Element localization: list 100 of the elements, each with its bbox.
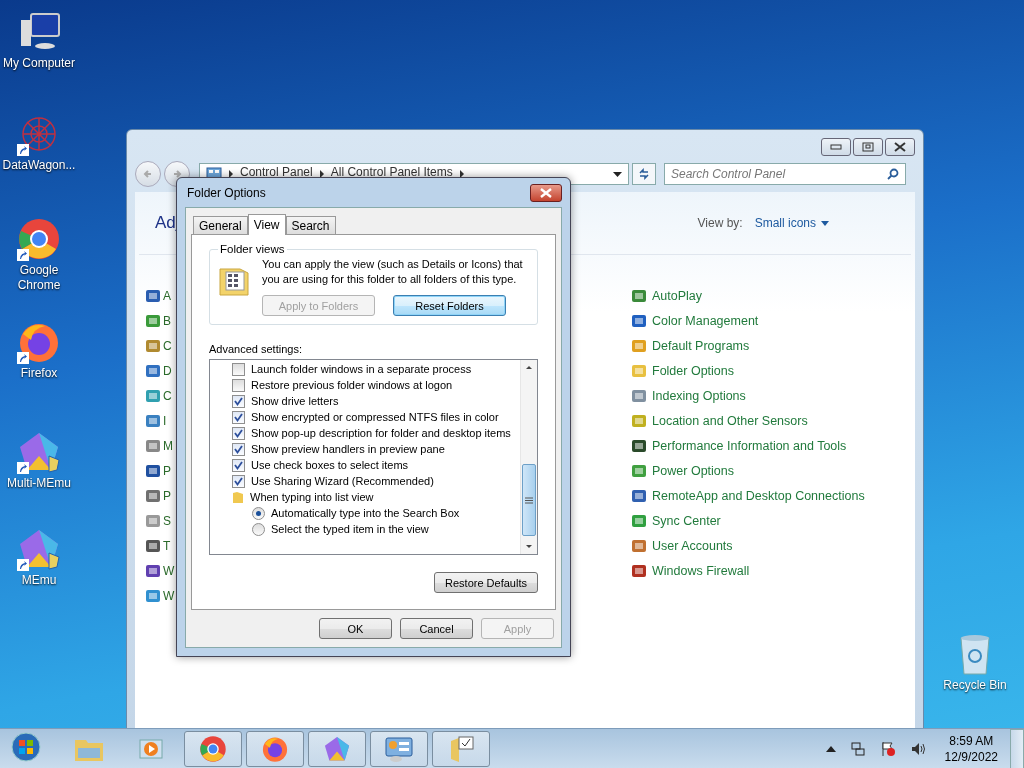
setting-label: Show preview handlers in preview pane	[251, 443, 445, 455]
network-icon[interactable]	[849, 740, 866, 757]
clock-time[interactable]: 8:59 AM	[949, 732, 994, 749]
checkbox[interactable]	[232, 378, 245, 392]
pentagon-icon	[323, 734, 351, 763]
setting-label: Use Sharing Wizard (Recommended)	[251, 475, 434, 487]
view-by-label: View by:	[697, 216, 743, 230]
dialog-title: Folder Options	[187, 185, 267, 200]
applet-link[interactable]: Color Management	[652, 313, 759, 328]
close-button[interactable]	[530, 183, 562, 202]
applet-link[interactable]: User Accounts	[652, 538, 733, 553]
clock-date[interactable]: 12/9/2022	[944, 748, 998, 765]
restore-defaults-button[interactable]: Restore Defaults	[434, 572, 538, 593]
applet-link[interactable]: I	[163, 413, 167, 428]
breadcrumb-item[interactable]: Control Panel	[240, 166, 313, 178]
setting-label: Show pop-up description for folder and desktop items	[251, 427, 511, 439]
applet-icon	[631, 512, 647, 529]
search-icon	[887, 168, 899, 180]
minimize-icon	[830, 144, 842, 150]
applet-link[interactable]: Windows Firewall	[652, 563, 750, 578]
flag-icon[interactable]	[879, 740, 896, 757]
scrollbar[interactable]	[520, 360, 537, 554]
checkbox[interactable]	[232, 410, 245, 424]
tab[interactable]: General	[193, 216, 248, 234]
applet-link[interactable]: W	[163, 588, 175, 603]
view-by-dropdown[interactable]: Small icons	[754, 216, 829, 230]
folder-view-button[interactable]: Reset Folders	[393, 295, 506, 316]
dropdown-icon[interactable]	[613, 171, 622, 177]
applet-link[interactable]: Default Programs	[652, 338, 750, 353]
applet-link[interactable]: B	[163, 313, 171, 328]
desktop-icon-label[interactable]: Google Chrome	[2, 263, 76, 293]
dialog-button[interactable]: Cancel	[400, 618, 473, 639]
desktop-icon-label[interactable]: My Computer	[2, 56, 76, 71]
applet-link[interactable]: S	[163, 513, 171, 528]
checkbox[interactable]	[232, 394, 245, 408]
applet-icon	[145, 337, 161, 354]
taskbar-button[interactable]	[432, 730, 490, 767]
applet-link[interactable]: A	[163, 288, 171, 303]
applet-link[interactable]: C	[163, 338, 172, 353]
applet-link[interactable]: Power Options	[652, 463, 734, 478]
applet-icon	[631, 537, 647, 554]
applet-link[interactable]: Sync Center	[652, 513, 721, 528]
search-field[interactable]: Search Control Panel	[664, 163, 906, 185]
applet-link[interactable]: M	[163, 438, 173, 453]
applet-icon	[145, 512, 161, 529]
taskbar-button[interactable]	[246, 730, 304, 767]
group-label: Folder views	[219, 243, 286, 255]
applet-icon	[631, 287, 647, 304]
checkbox[interactable]	[232, 474, 245, 488]
taskbar-button[interactable]	[184, 730, 242, 767]
applet-link[interactable]: Folder Options	[652, 363, 734, 378]
tab[interactable]: Search	[285, 216, 336, 234]
setting-label: Show drive letters	[251, 395, 339, 407]
setting-label: Launch folder windows in a separate process	[251, 363, 472, 375]
checkbox[interactable]	[232, 426, 245, 440]
applet-link[interactable]: RemoteApp and Desktop Connections	[652, 488, 865, 503]
applet-link[interactable]: Location and Other Sensors	[652, 413, 808, 428]
radio-button[interactable]	[252, 522, 265, 536]
breadcrumb-item[interactable]: All Control Panel Items	[330, 166, 453, 178]
refresh-icon	[637, 167, 651, 181]
applet-icon	[631, 412, 647, 429]
chevron-icon	[228, 170, 234, 178]
close-button[interactable]	[885, 138, 915, 156]
browser-icon	[17, 217, 61, 261]
restore-icon	[862, 142, 874, 152]
radio-button[interactable]	[252, 506, 265, 520]
chevron-icon	[318, 170, 325, 178]
advanced-settings-label: Advanced settings:	[209, 343, 303, 355]
applet-link[interactable]: Indexing Options	[652, 388, 746, 403]
applet-link[interactable]: T	[163, 538, 171, 553]
applet-icon	[631, 462, 647, 479]
dialog-button[interactable]: OK	[319, 618, 392, 639]
maximize-button[interactable]	[853, 138, 883, 156]
applet-link[interactable]: P	[163, 463, 171, 478]
checkbox[interactable]	[232, 362, 245, 376]
checkbox[interactable]	[232, 442, 245, 456]
applet-link[interactable]: C	[163, 388, 172, 403]
folder-icon	[232, 490, 244, 504]
applet-link[interactable]: AutoPlay	[652, 288, 703, 303]
tab[interactable]: View	[247, 214, 286, 235]
show-hidden-icons-icon[interactable]	[825, 745, 836, 752]
pentagon-icon	[17, 527, 61, 571]
applet-link[interactable]: P	[163, 488, 171, 503]
desktop-icon-label[interactable]: Firefox	[2, 366, 76, 381]
scroll-thumb[interactable]	[522, 464, 536, 536]
applet-icon	[145, 387, 161, 404]
applet-icon	[145, 487, 161, 504]
minimize-button[interactable]	[821, 138, 851, 156]
taskbar-button[interactable]	[308, 730, 366, 767]
applet-icon	[631, 337, 647, 354]
checkbox[interactable]	[232, 458, 245, 472]
refresh-button[interactable]	[632, 163, 656, 185]
applet-link[interactable]: Performance Information and Tools	[652, 438, 847, 453]
back-arrow-icon	[143, 169, 153, 179]
desktop-icon-label[interactable]: Multi-MEmu	[2, 476, 76, 491]
applet-link[interactable]: W	[163, 563, 175, 578]
desktop-icon-label[interactable]: MEmu	[2, 573, 76, 588]
taskbar-button[interactable]	[370, 730, 428, 767]
desktop-icon-label[interactable]: DataWagon...	[2, 158, 76, 173]
applet-link[interactable]: D	[163, 363, 172, 378]
